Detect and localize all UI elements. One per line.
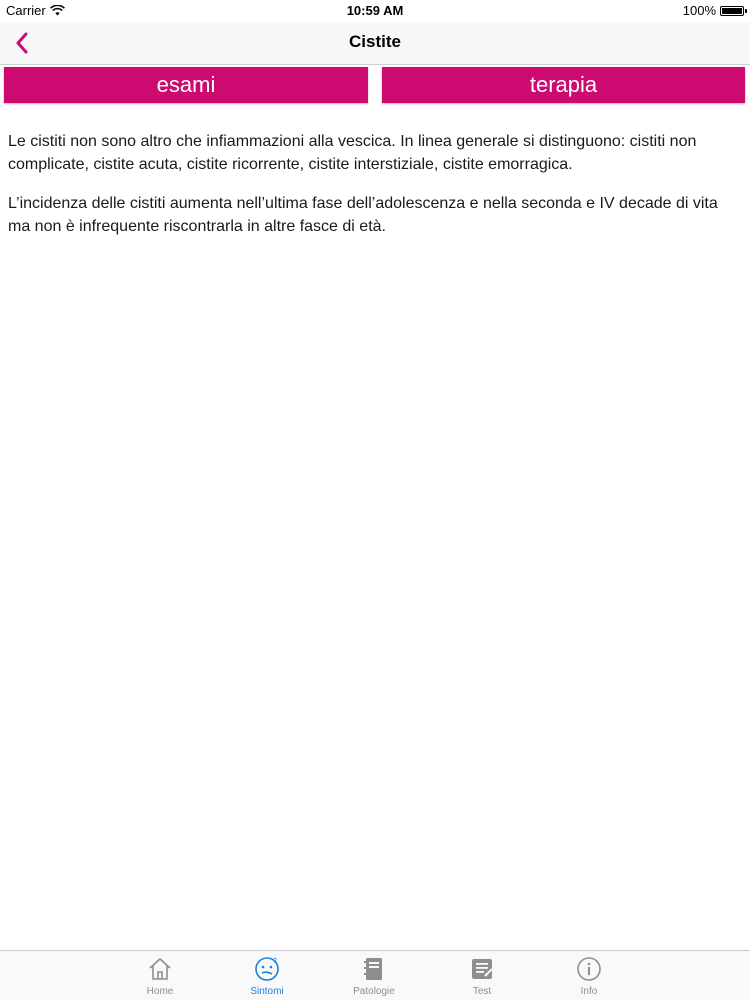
checklist-icon <box>472 959 493 979</box>
tab-home[interactable]: Home <box>120 955 200 999</box>
tab-label: Home <box>146 986 174 997</box>
paragraph: Le cistiti non sono altro che infiammazi… <box>8 133 697 173</box>
notebook-icon <box>364 958 382 980</box>
home-icon <box>149 958 171 980</box>
battery-percent: 100% <box>682 3 716 18</box>
navigation-bar: Cistite <box>0 22 750 65</box>
svg-text:?: ? <box>273 958 277 965</box>
confused-face-icon: ? <box>255 957 279 981</box>
tab-patologie[interactable]: Patologie <box>334 955 414 999</box>
tab-label: Patologie <box>353 986 395 997</box>
article-content: Le cistiti non sono altro che infiammazi… <box>8 130 743 254</box>
esami-button[interactable]: esami <box>4 67 368 103</box>
tab-sintomi[interactable]: ? Sintomi <box>227 955 307 999</box>
battery-icon <box>720 5 747 16</box>
tab-label: Test <box>472 986 492 997</box>
tab-label: Info <box>580 986 598 997</box>
status-bar: Carrier 10:59 AM 100% <box>0 0 750 22</box>
tab-test[interactable]: Test <box>442 955 522 999</box>
paragraph: L’incidenza delle cistiti aumenta nell’u… <box>8 195 718 235</box>
page-title: Cistite <box>349 32 401 51</box>
clock: 10:59 AM <box>346 3 404 18</box>
tab-label: Sintomi <box>250 986 284 997</box>
tab-info[interactable]: Info <box>549 955 629 999</box>
terapia-button[interactable]: terapia <box>382 67 745 103</box>
section-buttons: esami terapia <box>0 65 750 105</box>
info-icon <box>577 957 601 981</box>
battery-indicator: 100% <box>682 3 747 18</box>
tab-bar: Home ? Sintomi Patologie Test Info <box>0 950 750 1000</box>
